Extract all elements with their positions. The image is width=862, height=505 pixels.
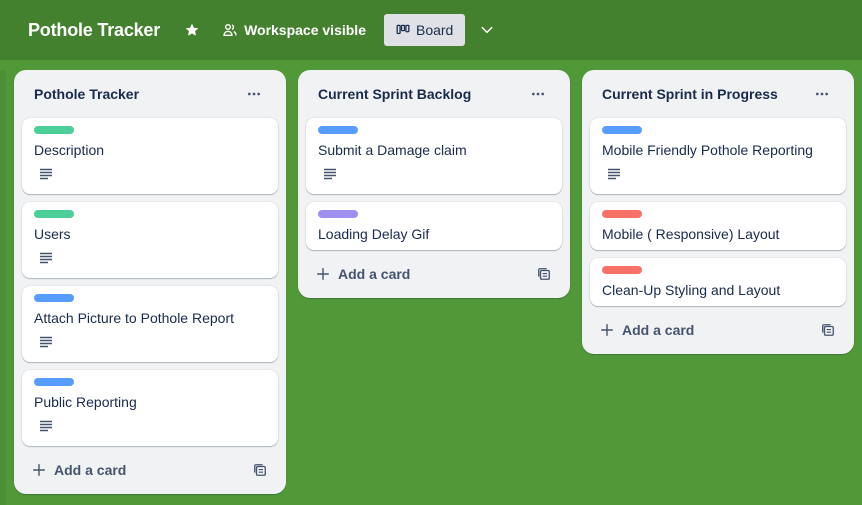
board-title[interactable]: Pothole Tracker <box>28 20 160 41</box>
card[interactable]: Users <box>22 202 278 278</box>
list-current-sprint-backlog: Current Sprint Backlog Submit a Damage c… <box>298 70 570 298</box>
view-switcher-button[interactable] <box>475 14 499 46</box>
board-icon <box>396 24 410 35</box>
visibility-label: Workspace visible <box>244 22 366 38</box>
template-icon <box>822 324 834 336</box>
card[interactable]: Mobile Friendly Pothole Reporting <box>590 118 846 194</box>
description-icon <box>40 168 52 180</box>
card-title: Users <box>34 226 71 242</box>
list-header: Pothole Tracker <box>22 70 278 118</box>
list-title[interactable]: Pothole Tracker <box>34 86 139 102</box>
card-title: Mobile ( Responsive) Layout <box>602 226 780 242</box>
board-view-button[interactable]: Board <box>383 14 466 46</box>
add-card-button[interactable]: Add a card <box>600 322 694 338</box>
list-footer: Add a card <box>306 258 562 290</box>
plus-icon <box>601 324 613 336</box>
star-icon <box>185 23 199 36</box>
star-button[interactable] <box>180 14 204 46</box>
card-title: Public Reporting <box>34 394 137 410</box>
more-icon <box>532 92 544 96</box>
list-title[interactable]: Current Sprint in Progress <box>602 86 778 102</box>
list-menu-button[interactable] <box>810 82 834 106</box>
add-card-label: Add a card <box>622 322 695 338</box>
list-footer: Add a card <box>22 454 278 486</box>
card-title: Submit a Damage claim <box>318 142 467 158</box>
template-icon <box>254 464 266 476</box>
card-label[interactable] <box>318 126 358 134</box>
card-label[interactable] <box>602 210 642 218</box>
card[interactable]: Description <box>22 118 278 194</box>
card-label[interactable] <box>34 126 74 134</box>
chevron-down-icon <box>481 26 493 34</box>
visibility-button[interactable]: Workspace visible <box>218 14 370 46</box>
card-title: Mobile Friendly Pothole Reporting <box>602 142 813 158</box>
list-header: Current Sprint Backlog <box>306 70 562 118</box>
card[interactable]: Loading Delay Gif <box>306 202 562 250</box>
description-icon <box>608 168 620 180</box>
card[interactable]: Submit a Damage claim <box>306 118 562 194</box>
list-title[interactable]: Current Sprint Backlog <box>318 86 471 102</box>
card[interactable]: Mobile ( Responsive) Layout <box>590 202 846 250</box>
card-label[interactable] <box>34 210 74 218</box>
description-icon <box>40 252 52 264</box>
card-label[interactable] <box>602 266 642 274</box>
list-footer: Add a card <box>590 314 846 346</box>
board-view-label: Board <box>415 22 454 38</box>
card-title: Description <box>34 142 105 158</box>
card-title: Attach Picture to Pothole Report <box>34 310 234 326</box>
team-icon <box>223 23 237 36</box>
add-card-label: Add a card <box>338 266 411 282</box>
previous-list-edge <box>0 70 6 505</box>
card-title: Loading Delay Gif <box>318 226 430 242</box>
create-from-template-button[interactable] <box>252 462 268 478</box>
card[interactable]: Clean-Up Styling and Layout <box>590 258 846 306</box>
description-icon <box>324 168 336 180</box>
card-title: Clean-Up Styling and Layout <box>602 282 781 298</box>
add-card-label: Add a card <box>54 462 127 478</box>
description-icon <box>40 420 52 432</box>
list-menu-button[interactable] <box>242 82 266 106</box>
board-header: Pothole Tracker Workspace visible Board <box>0 0 862 60</box>
template-icon <box>538 268 550 280</box>
create-from-template-button[interactable] <box>536 266 552 282</box>
description-icon <box>40 336 52 348</box>
add-card-button[interactable]: Add a card <box>316 266 410 282</box>
plus-icon <box>33 464 45 476</box>
card-label[interactable] <box>318 210 358 218</box>
more-icon <box>816 92 828 96</box>
card-label[interactable] <box>602 126 642 134</box>
list-pothole-tracker: Pothole Tracker Description Users Attach… <box>14 70 286 494</box>
more-icon <box>248 92 260 96</box>
plus-icon <box>317 268 329 280</box>
card-label[interactable] <box>34 294 74 302</box>
add-card-button[interactable]: Add a card <box>32 462 126 478</box>
card[interactable]: Public Reporting <box>22 370 278 446</box>
card[interactable]: Attach Picture to Pothole Report <box>22 286 278 362</box>
list-header: Current Sprint in Progress <box>590 70 846 118</box>
card-label[interactable] <box>34 378 74 386</box>
list-menu-button[interactable] <box>526 82 550 106</box>
list-current-sprint-in-progress: Current Sprint in Progress Mobile Friend… <box>582 70 854 354</box>
create-from-template-button[interactable] <box>820 322 836 338</box>
